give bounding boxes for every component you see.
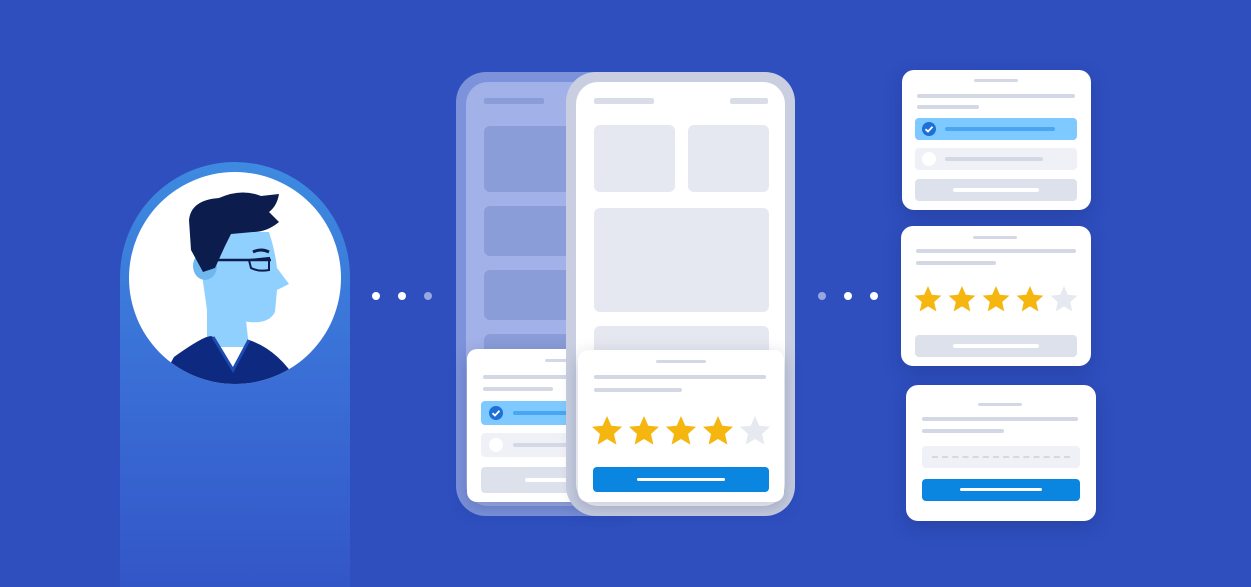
radio-icon bbox=[922, 152, 936, 166]
user-avatar bbox=[129, 172, 341, 384]
placeholder-block bbox=[688, 125, 769, 192]
input-placeholder-line bbox=[932, 456, 1070, 458]
connector-dot bbox=[818, 292, 826, 300]
placeholder-block bbox=[594, 125, 675, 192]
star-icon bbox=[948, 286, 976, 312]
star-icon bbox=[1050, 286, 1078, 312]
poll-option[interactable] bbox=[915, 148, 1077, 170]
check-icon bbox=[489, 406, 503, 420]
star-icon bbox=[914, 286, 942, 312]
star-icon bbox=[629, 416, 659, 445]
connector-dot bbox=[844, 292, 852, 300]
connector-dot bbox=[372, 292, 380, 300]
radio-icon bbox=[489, 438, 503, 452]
rating-submit-button[interactable] bbox=[915, 335, 1077, 357]
star-icon bbox=[666, 416, 696, 445]
text-submit-button[interactable] bbox=[922, 479, 1080, 501]
feedback-text-input[interactable] bbox=[922, 446, 1080, 468]
check-icon bbox=[922, 122, 936, 136]
avatar-man-icon bbox=[159, 192, 299, 384]
placeholder-block bbox=[594, 208, 769, 312]
poll-submit-button[interactable] bbox=[915, 179, 1077, 201]
text-input-card bbox=[906, 385, 1096, 521]
stars-row bbox=[914, 286, 1078, 312]
rating-card bbox=[901, 226, 1091, 366]
star-icon bbox=[1016, 286, 1044, 312]
star-icon bbox=[982, 286, 1010, 312]
connector-dot bbox=[870, 292, 878, 300]
stars-row bbox=[592, 416, 770, 445]
poll-card bbox=[902, 70, 1091, 210]
star-icon bbox=[703, 416, 733, 445]
rating-card-large bbox=[578, 350, 784, 502]
star-rating[interactable] bbox=[590, 414, 776, 448]
star-rating[interactable] bbox=[913, 284, 1079, 316]
star-icon bbox=[740, 416, 770, 445]
rating-submit-button[interactable] bbox=[593, 467, 769, 492]
poll-option-selected[interactable] bbox=[915, 118, 1077, 140]
connector-dot bbox=[398, 292, 406, 300]
star-icon bbox=[592, 416, 622, 445]
connector-dot bbox=[424, 292, 432, 300]
illustration-canvas bbox=[0, 0, 1251, 587]
